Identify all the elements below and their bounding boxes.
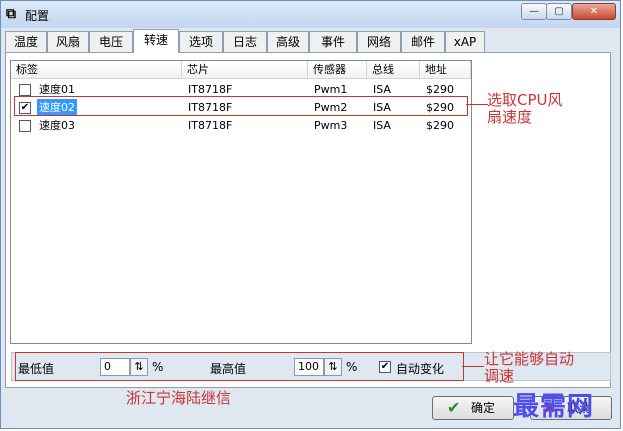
annotation-connector (466, 104, 488, 105)
tab-events[interactable]: 事件 (309, 31, 357, 52)
tab-network[interactable]: 网络 (357, 31, 401, 52)
column-header-address[interactable]: 地址 (420, 61, 471, 79)
row-checkbox[interactable] (19, 84, 31, 96)
tab-mail[interactable]: 邮件 (401, 31, 445, 52)
annotation-credit: 浙江宁海陆继信 (126, 389, 232, 407)
annotation-highlight-bottom (15, 352, 464, 381)
tab-fan[interactable]: 风扇 (47, 31, 89, 52)
column-header-label[interactable]: 标签 (11, 61, 182, 79)
close-button[interactable]: ✕ (572, 3, 616, 20)
watermark-text: 最需网 (513, 392, 595, 422)
column-header-chip[interactable]: 芯片 (182, 61, 308, 79)
annotation-select-fan: 选取CPU风扇速度 (487, 91, 563, 126)
column-header-bus[interactable]: 总线 (367, 61, 420, 79)
ok-button[interactable]: ✔ 确定 (432, 396, 514, 420)
row-address: $290 (426, 119, 454, 132)
annotation-highlight-row (14, 96, 468, 116)
tab-options[interactable]: 选项 (179, 31, 223, 52)
annotation-connector (462, 366, 484, 367)
row-label: 速度03 (39, 119, 75, 132)
window-title: 配置 (25, 9, 50, 23)
row-checkbox[interactable] (19, 120, 31, 132)
tab-speed[interactable]: 转速 (133, 29, 179, 53)
ok-label: 确定 (471, 401, 496, 415)
checkmark-icon: ✔ (447, 398, 461, 417)
annotation-auto-adjust: 让它能够自动调速 (484, 350, 575, 385)
title-bar[interactable]: ⧉ 配置 — ▢ ✕ (1, 1, 620, 28)
tab-temperature[interactable]: 温度 (5, 31, 47, 52)
tab-log[interactable]: 日志 (223, 31, 267, 52)
table-row[interactable]: 速度03 IT8718F Pwm3 ISA $290 (11, 117, 471, 134)
row-sensor: Pwm3 (314, 119, 348, 132)
row-bus: ISA (373, 119, 391, 132)
tab-voltage[interactable]: 电压 (89, 31, 133, 52)
tab-xap[interactable]: xAP (445, 31, 485, 52)
app-logo-icon: ⧉ (6, 6, 16, 22)
minimize-button[interactable]: — (521, 3, 547, 20)
tab-advanced[interactable]: 高级 (267, 31, 309, 52)
column-header-sensor[interactable]: 传感器 (308, 61, 367, 79)
maximize-button[interactable]: ▢ (546, 3, 572, 20)
row-chip: IT8718F (188, 119, 233, 132)
